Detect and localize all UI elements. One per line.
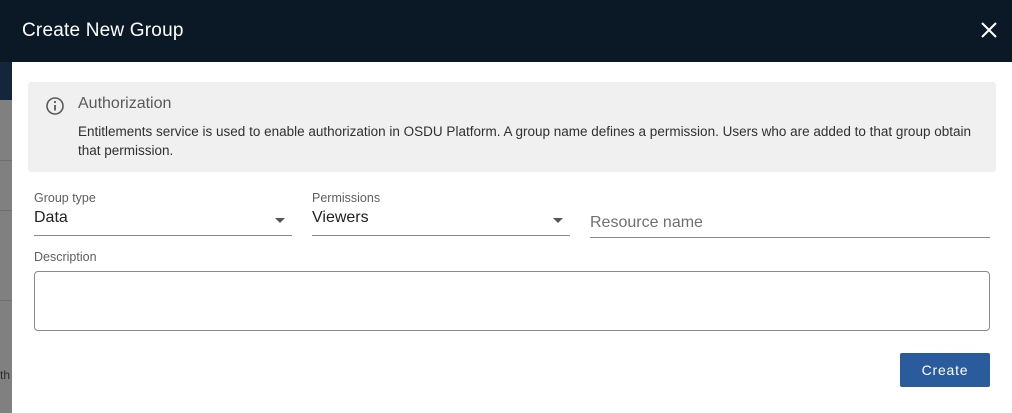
backdrop-partial-text: th <box>0 368 11 382</box>
field-underline <box>590 237 990 238</box>
permissions-select[interactable]: Permissions Viewers <box>312 191 570 236</box>
backdrop-divider <box>0 160 12 161</box>
group-type-value: Data <box>34 209 68 226</box>
permissions-value: Viewers <box>312 209 369 226</box>
description-textarea[interactable] <box>34 271 990 331</box>
create-button[interactable]: Create <box>900 353 990 387</box>
backdrop-divider <box>0 300 12 301</box>
resource-name-input[interactable]: Resource name <box>590 193 990 238</box>
info-icon <box>46 97 64 115</box>
dialog-title: Create New Group <box>22 20 184 41</box>
description-label: Description <box>34 250 97 264</box>
backdrop-divider <box>0 210 12 211</box>
chevron-down-icon <box>553 218 563 223</box>
info-description: Entitlements service is used to enable a… <box>78 124 971 158</box>
group-type-label: Group type <box>34 191 96 205</box>
field-underline <box>312 235 570 236</box>
dialog-header: Create New Group <box>0 0 1012 62</box>
permissions-label: Permissions <box>312 191 381 205</box>
chevron-down-icon <box>275 218 285 223</box>
authorization-info-box: Authorization Entitlements service is us… <box>28 82 996 172</box>
close-icon <box>981 22 997 38</box>
info-title: Authorization <box>78 95 172 112</box>
group-type-select[interactable]: Group type Data <box>34 191 292 236</box>
resource-name-placeholder: Resource name <box>590 214 703 231</box>
field-underline <box>34 235 292 236</box>
close-button[interactable] <box>978 19 1000 41</box>
create-group-dialog: Create New Group Authorization Entitleme… <box>0 0 1012 413</box>
